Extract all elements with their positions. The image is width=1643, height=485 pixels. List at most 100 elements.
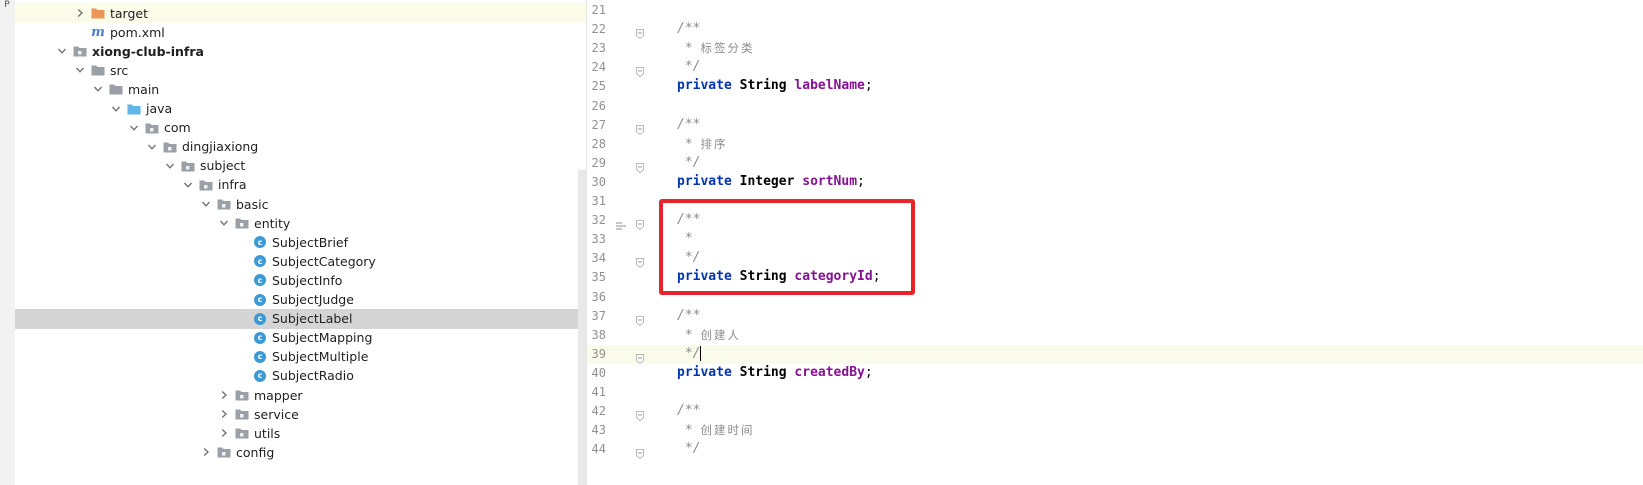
code-line[interactable]: 38 * 创建人 — [587, 326, 1643, 345]
class-icon: c — [253, 254, 267, 268]
chevron-down-icon[interactable] — [181, 178, 195, 192]
chevron-down-icon[interactable] — [163, 159, 177, 173]
code-line[interactable]: 22 /** — [587, 20, 1643, 40]
tree-item[interactable]: main — [15, 79, 586, 99]
code-line[interactable]: 39 */ — [587, 344, 1643, 364]
tree-item[interactable]: c SubjectCategory — [15, 251, 586, 271]
fold-marker-icon[interactable] — [636, 215, 644, 231]
chevron-right-icon[interactable] — [73, 6, 87, 20]
line-number[interactable]: 38 — [587, 328, 606, 342]
tree-item[interactable]: basic — [15, 194, 586, 214]
tree-item[interactable]: service — [15, 404, 586, 424]
chevron-down-icon[interactable] — [127, 121, 141, 135]
chevron-right-icon[interactable] — [217, 388, 231, 402]
line-number[interactable]: 27 — [587, 118, 606, 132]
tree-item[interactable]: c SubjectInfo — [15, 270, 586, 290]
tree-item[interactable]: c SubjectJudge — [15, 290, 586, 310]
tree-item[interactable]: dingjiaxiong — [15, 137, 586, 157]
tree-item[interactable]: c SubjectLabel — [15, 308, 586, 329]
line-number[interactable]: 24 — [587, 60, 606, 74]
tree-item[interactable]: target — [15, 3, 586, 23]
line-number[interactable]: 21 — [587, 3, 606, 17]
chevron-down-icon[interactable] — [145, 140, 159, 154]
tree-item[interactable]: c SubjectBrief — [15, 232, 586, 252]
code-line[interactable]: 29 */ — [587, 154, 1643, 173]
code-line[interactable]: 42 /** — [587, 402, 1643, 422]
tree-item[interactable]: config — [15, 442, 586, 462]
code-line[interactable]: 40 private String createdBy; — [587, 364, 1643, 383]
line-number[interactable]: 36 — [587, 290, 606, 304]
code-line[interactable]: 27 /** — [587, 116, 1643, 135]
line-number[interactable]: 28 — [587, 137, 606, 151]
tree-scrollbar[interactable] — [578, 170, 586, 485]
line-number[interactable]: 22 — [587, 22, 606, 36]
line-number[interactable]: 41 — [587, 385, 606, 399]
line-number[interactable]: 30 — [587, 175, 606, 189]
line-number[interactable]: 44 — [587, 442, 606, 456]
code-line[interactable]: 43 * 创建时间 — [587, 421, 1643, 440]
project-tool-window-strip[interactable]: P — [0, 0, 16, 485]
tree-item[interactable]: com — [15, 118, 586, 138]
fold-marker-icon[interactable] — [636, 62, 644, 78]
gutter-lines-icon[interactable] — [616, 216, 626, 230]
code-text: private String labelName; — [677, 78, 873, 93]
line-number[interactable]: 35 — [587, 270, 606, 284]
tree-item[interactable]: entity — [15, 213, 586, 233]
code-line[interactable]: 21 — [587, 1, 1643, 20]
code-token: 标签分类 — [700, 41, 755, 56]
code-line[interactable]: 23 * 标签分类 — [587, 39, 1643, 58]
fold-marker-icon[interactable] — [636, 444, 644, 460]
tree-item[interactable]: c SubjectMultiple — [15, 347, 586, 367]
code-line[interactable]: 28 * 排序 — [587, 135, 1643, 154]
chevron-right-icon[interactable] — [217, 426, 231, 440]
chevron-down-icon[interactable] — [199, 197, 213, 211]
line-number[interactable]: 23 — [587, 41, 606, 55]
chevron-down-icon[interactable] — [55, 44, 69, 58]
fold-marker-icon[interactable] — [636, 311, 644, 326]
line-number[interactable]: 37 — [587, 309, 606, 323]
tree-item[interactable]: c SubjectRadio — [15, 366, 586, 386]
code-line[interactable]: 44 */ — [587, 440, 1643, 460]
fold-marker-icon[interactable] — [636, 24, 644, 40]
line-number[interactable]: 42 — [587, 404, 606, 418]
line-number[interactable]: 32 — [587, 213, 606, 227]
line-number[interactable]: 31 — [587, 194, 606, 208]
code-line[interactable]: 24 */ — [587, 58, 1643, 78]
fold-marker-icon[interactable] — [636, 158, 644, 173]
chevron-down-icon[interactable] — [91, 82, 105, 96]
line-number[interactable]: 29 — [587, 156, 606, 170]
tree-item[interactable]: src — [15, 60, 586, 80]
tree-item[interactable]: utils — [15, 423, 586, 443]
fold-marker-icon[interactable] — [636, 253, 644, 269]
code-line[interactable]: 37 /** — [587, 307, 1643, 326]
code-line[interactable]: 30 private Integer sortNum; — [587, 173, 1643, 192]
code-token: Integer — [739, 173, 803, 189]
line-number[interactable]: 26 — [587, 99, 606, 113]
line-number[interactable]: 25 — [587, 79, 606, 93]
chevron-right-icon[interactable] — [217, 407, 231, 421]
code-line[interactable]: 26 — [587, 97, 1643, 116]
tree-item[interactable]: mapper — [15, 385, 586, 405]
fold-marker-icon[interactable] — [636, 349, 644, 364]
chevron-right-icon[interactable] — [199, 445, 213, 459]
tree-item[interactable]: c SubjectMapping — [15, 328, 586, 348]
fold-marker-icon[interactable] — [636, 120, 644, 135]
chevron-down-icon[interactable] — [73, 63, 87, 77]
chevron-down-icon[interactable] — [109, 102, 123, 116]
line-number[interactable]: 40 — [587, 366, 606, 380]
tree-item[interactable]: m pom.xml — [15, 22, 586, 42]
fold-marker-icon[interactable] — [636, 406, 644, 422]
line-number[interactable]: 33 — [587, 232, 606, 246]
tree-item[interactable]: xiong-club-infra — [15, 41, 586, 61]
line-number[interactable]: 39 — [587, 347, 606, 361]
code-line[interactable]: 25 private String labelName; — [587, 77, 1643, 96]
project-strip-label[interactable]: P — [0, 1, 14, 10]
line-number[interactable]: 34 — [587, 251, 606, 265]
tree-item[interactable]: java — [15, 99, 586, 119]
line-number[interactable]: 43 — [587, 423, 606, 437]
code-line[interactable]: 41 — [587, 383, 1643, 402]
tree-item[interactable]: infra — [15, 175, 586, 195]
chevron-down-icon[interactable] — [217, 216, 231, 230]
tree-item[interactable]: subject — [15, 156, 586, 176]
